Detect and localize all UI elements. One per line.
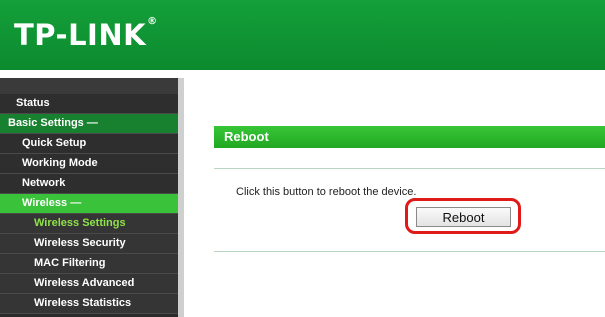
- main-content: Reboot Click this button to reboot the d…: [178, 78, 605, 317]
- sidebar-item-wireless-security[interactable]: Wireless Security: [0, 234, 178, 254]
- tp-link-logo: TP-LINK®: [14, 16, 158, 52]
- sidebar-item-basic-settings[interactable]: Basic Settings —: [0, 114, 178, 134]
- sidebar-item-wireless-statistics[interactable]: Wireless Statistics: [0, 294, 178, 314]
- registered-mark: ®: [147, 16, 158, 27]
- header-gap: [0, 70, 605, 78]
- sidebar-item-working-mode[interactable]: Working Mode: [0, 154, 178, 174]
- header-bar: TP-LINK®: [0, 0, 605, 70]
- reboot-highlight-circle: Reboot: [405, 198, 521, 234]
- sidebar: Status Basic Settings — Quick Setup Work…: [0, 78, 178, 317]
- divider-bottom: [214, 251, 605, 252]
- sidebar-item-mac-filtering[interactable]: MAC Filtering: [0, 254, 178, 274]
- divider-top: [214, 168, 605, 169]
- reboot-button[interactable]: Reboot: [416, 207, 511, 227]
- sidebar-top-spacer: [0, 78, 178, 94]
- panel-title: Reboot: [214, 126, 605, 148]
- sidebar-item-status[interactable]: Status: [0, 94, 178, 114]
- reboot-description: Click this button to reboot the device.: [236, 186, 417, 198]
- sidebar-item-quick-setup[interactable]: Quick Setup: [0, 134, 178, 154]
- sidebar-item-wireless[interactable]: Wireless —: [0, 194, 178, 214]
- sidebar-item-network[interactable]: Network: [0, 174, 178, 194]
- sidebar-item-wireless-settings[interactable]: Wireless Settings: [0, 214, 178, 234]
- sidebar-item-wireless-advanced[interactable]: Wireless Advanced: [0, 274, 178, 294]
